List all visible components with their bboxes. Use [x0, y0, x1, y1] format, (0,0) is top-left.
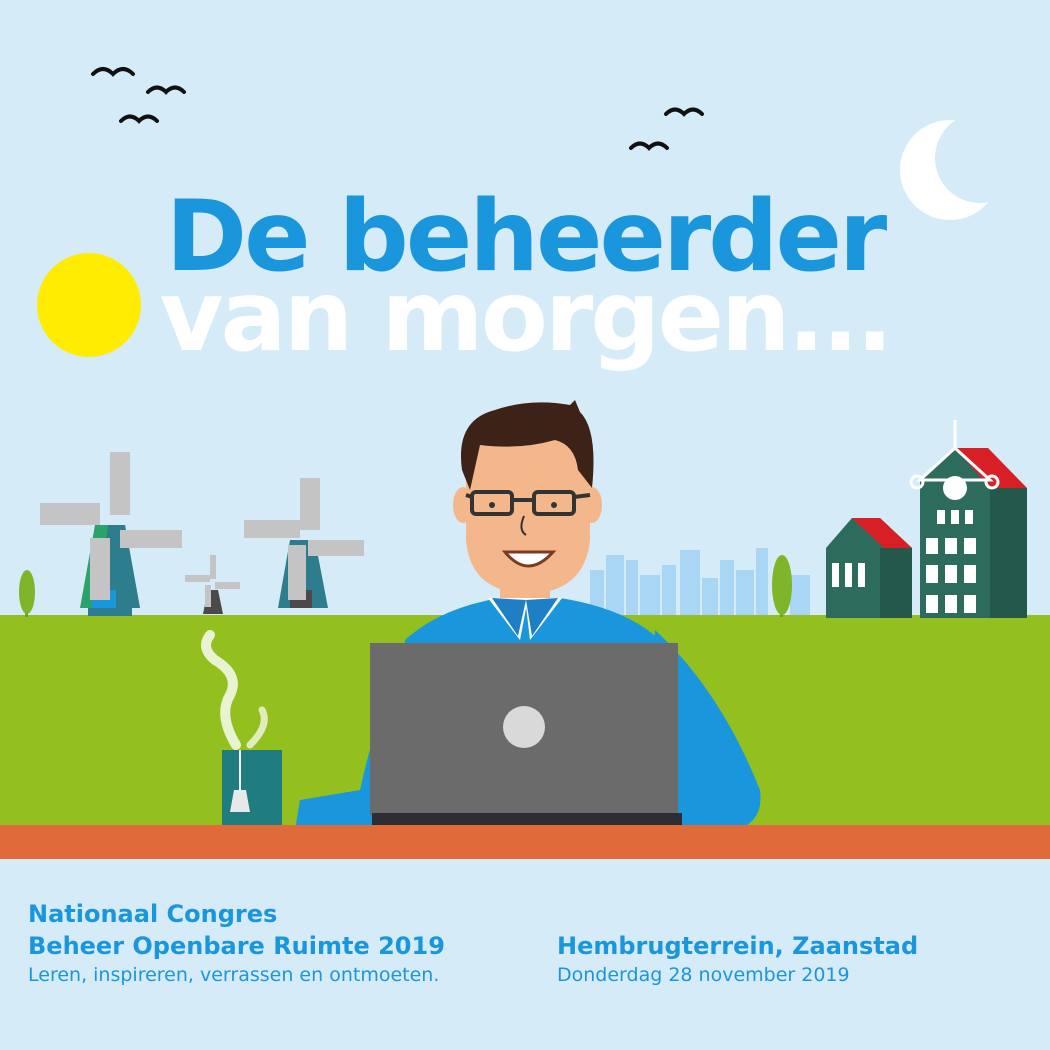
poster: De beheerder van morgen... Nationaal Con… [0, 0, 1050, 1050]
table-surface [0, 825, 1050, 859]
event-tagline: Leren, inspireren, verrassen en ontmoete… [28, 964, 440, 986]
event-location: Hembrugterrein, Zaanstad [557, 932, 919, 960]
event-title-line-2: Beheer Openbare Ruimte 2019 [28, 932, 445, 960]
face [466, 440, 590, 594]
illustration [0, 0, 1050, 1050]
headline-line-2: van morgen... [159, 260, 894, 374]
event-info: Nationaal Congres Beheer Openbare Ruimte… [28, 898, 445, 988]
event-title-line-1: Nationaal Congres [28, 900, 278, 928]
laptop-logo [503, 706, 545, 748]
event-venue: Hembrugterrein, Zaanstad Donderdag 28 no… [557, 930, 918, 988]
event-date: Donderdag 28 november 2019 [557, 964, 850, 986]
laptop-icon [370, 643, 682, 825]
